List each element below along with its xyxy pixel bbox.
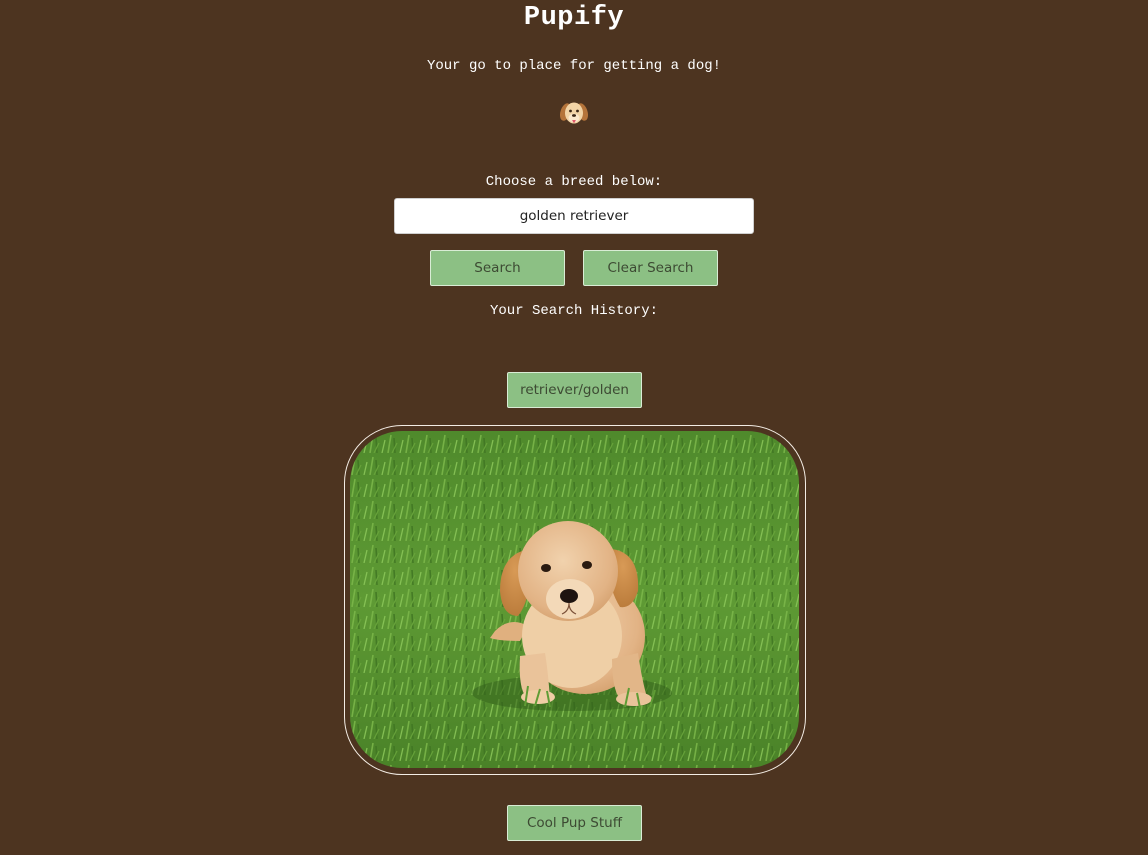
history-item-button[interactable]: retriever/golden: [507, 372, 642, 408]
clear-search-button[interactable]: Clear Search: [583, 250, 718, 286]
search-button[interactable]: Search: [430, 250, 565, 286]
cool-pup-stuff-button[interactable]: Cool Pup Stuff: [507, 805, 642, 841]
dog-face-icon: [559, 99, 589, 129]
search-history-label: Your Search History:: [489, 303, 659, 319]
breed-prompt-label: Choose a breed below:: [485, 174, 663, 190]
app-tagline: Your go to place for getting a dog!: [426, 58, 722, 74]
dog-photo-frame: [344, 425, 806, 775]
app-title: Pupify: [523, 3, 625, 33]
breed-search-input[interactable]: [394, 198, 754, 234]
dog-photo: [350, 431, 799, 768]
